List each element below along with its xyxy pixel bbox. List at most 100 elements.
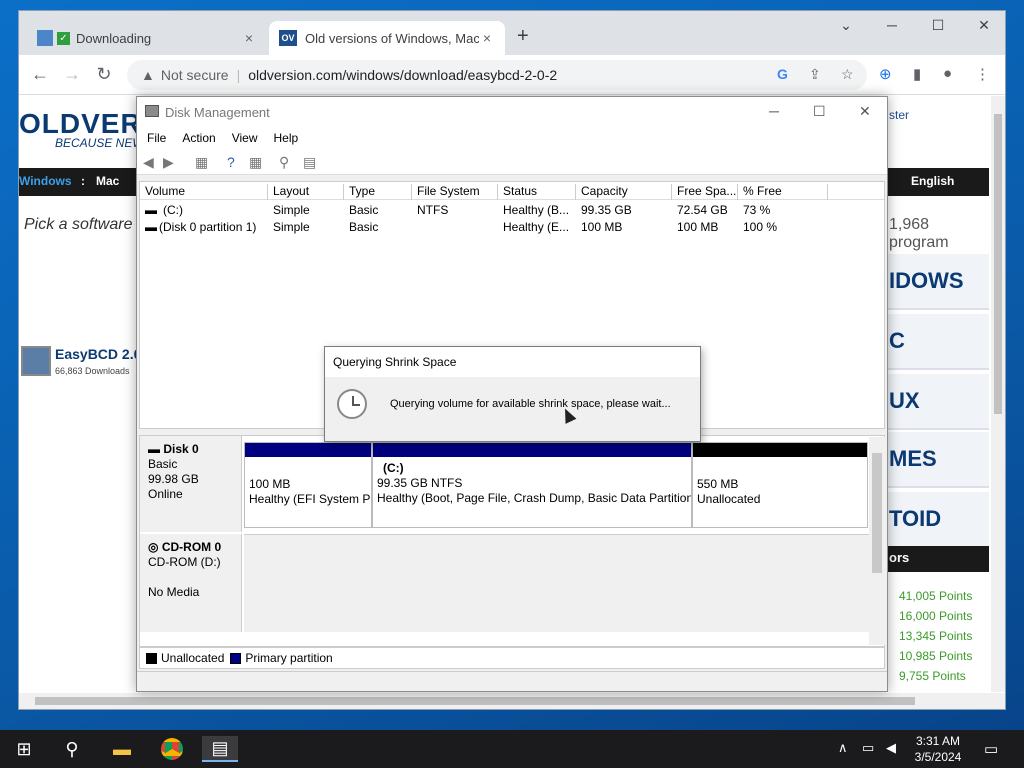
table-row[interactable]: ▬ (C:) Simple Basic NTFS Healthy (B... 9… [140,202,884,219]
google-icon[interactable]: G [777,66,788,82]
disk-management-icon [145,105,159,117]
dm-toolbar: ◀ ▶ ▦ ? ▦ ⚲ ▤ [137,149,887,175]
menu-view[interactable]: View [232,131,258,145]
partition-efi[interactable]: 100 MB Healthy (EFI System P [244,442,372,528]
forward-icon[interactable]: ▶ [163,154,174,171]
col-file-system[interactable]: File System [412,184,498,200]
disk-management-taskbar-icon[interactable]: ▤ [202,736,238,762]
col-type[interactable]: Type [344,184,412,200]
tab-downloading[interactable]: ✓ Downloading × [27,21,267,55]
chrome-icon[interactable] [154,736,190,762]
col-volume[interactable]: Volume [140,184,268,200]
category-mac[interactable]: C [885,314,989,370]
col-capacity[interactable]: Capacity [576,184,672,200]
chevron-up-icon[interactable]: ∧ [838,740,848,756]
easybcd-downloads: 66,863 Downloads [55,366,130,376]
easybcd-title[interactable]: EasyBCD 2.0 [55,346,141,362]
new-tab-button[interactable]: + [517,25,529,48]
partition-c[interactable]: (C:) 99.35 GB NTFS Healthy (Boot, Page F… [372,442,692,528]
nav-mac[interactable]: Mac [96,174,119,188]
menu-action[interactable]: Action [182,131,215,145]
maximize-icon[interactable]: ☐ [813,103,826,120]
points-value: 41,005 Points [899,589,973,603]
omnibox[interactable]: ▲ Not secure | oldversion.com/windows/do… [127,60,867,90]
taskbar-clock[interactable]: 3:31 AM 3/5/2024 [906,733,970,765]
dm-menubar: File Action View Help [137,127,887,149]
col-free-space[interactable]: Free Spa... [672,184,738,200]
register-link[interactable]: ster [889,108,909,122]
disk0-label[interactable]: ▬ Disk 0 Basic 99.98 GB Online [140,436,242,532]
back-icon[interactable]: ◀ [143,154,154,171]
forward-icon[interactable]: → [59,64,85,85]
not-secure-label[interactable]: Not secure [161,67,229,83]
settings-icon[interactable]: ▤ [303,154,316,171]
partition-unallocated[interactable]: 550 MB Unallocated [692,442,868,528]
close-window-icon[interactable]: ✕ [969,17,999,34]
col-status[interactable]: Status [498,184,576,200]
col-percent-free[interactable]: % Free [738,184,828,200]
partition-bar [693,443,867,457]
bookmark-star-icon[interactable]: ☆ [841,66,854,83]
partition-size: 550 MB [697,477,739,491]
volume-muted-icon[interactable]: ◀ [886,740,896,756]
partition-size: 100 MB [249,477,291,491]
back-icon[interactable]: ← [27,64,53,85]
dm-titlebar[interactable]: Disk Management ─ ☐ ✕ [137,97,887,127]
menu-icon[interactable]: ⋮ [975,65,990,83]
close-tab-icon[interactable]: × [479,30,495,46]
minimize-icon[interactable]: ─ [769,103,779,119]
dialog-title[interactable]: Querying Shrink Space [325,347,700,377]
partition-bar [373,443,691,457]
url-text[interactable]: oldversion.com/windows/download/easybcd-… [248,67,557,83]
category-linux[interactable]: UX [885,374,989,430]
cdrom-area[interactable] [244,534,870,632]
console-tree-icon[interactable]: ▦ [195,154,208,171]
search-icon[interactable]: ⚲ [54,736,90,762]
clock-time: 3:31 AM [915,734,961,748]
tab-oldversion[interactable]: OV Old versions of Windows, Mac an × [269,21,505,55]
partition-title: (C:) [383,461,404,475]
scroll-thumb[interactable] [994,114,1002,414]
nav-windows[interactable]: Windows [19,174,72,188]
cell: 100 MB [581,220,623,234]
side-panel-icon[interactable]: ▮ [913,65,921,83]
disk-graphical-view: ▬ Disk 0 Basic 99.98 GB Online 100 MB He… [139,435,885,647]
dm-legend: Unallocated Primary partition [139,647,885,669]
share-icon[interactable]: ⇪ [809,66,821,83]
close-tab-icon[interactable]: × [241,30,257,46]
cdrom-label[interactable]: ◎ CD-ROM 0 CD-ROM (D:) No Media [140,534,242,632]
category-windows[interactable]: IDOWS [885,254,989,310]
cdrom-name: CD-ROM 0 [161,540,222,554]
legend-unallocated: Unallocated [161,651,225,665]
easybcd-icon[interactable] [21,346,51,376]
maximize-icon[interactable]: ☐ [923,17,953,34]
minimize-icon[interactable]: ─ [877,17,907,33]
category-android[interactable]: TOID [885,492,989,548]
scroll-thumb[interactable] [35,697,915,705]
warning-icon: ▲ [141,67,155,83]
page-vertical-scrollbar[interactable] [991,96,1005,692]
disk0-type: Basic [148,457,178,471]
category-games[interactable]: MES [885,432,989,488]
col-layout[interactable]: Layout [268,184,344,200]
close-icon[interactable]: ✕ [859,103,871,120]
scroll-thumb[interactable] [872,453,882,573]
menu-file[interactable]: File [147,131,166,145]
start-windows-icon[interactable]: ⊞ [6,736,42,762]
profile-icon[interactable]: ● [943,65,952,82]
help-icon[interactable]: ? [227,154,235,170]
table-row[interactable]: ▬ (Disk 0 partition 1) Simple Basic Heal… [140,219,884,236]
reload-icon[interactable]: ↻ [91,64,117,85]
disk-view-scrollbar[interactable] [869,437,885,645]
tab-search-icon[interactable]: ⌄ [831,17,861,34]
network-icon[interactable]: ▭ [862,740,874,756]
connect-icon[interactable]: ⚲ [279,154,289,171]
download-icon[interactable]: ⊕ [879,65,892,83]
cell: Healthy (B... [503,203,570,217]
menu-help[interactable]: Help [274,131,299,145]
nav-language[interactable]: English [911,174,954,188]
notification-icon[interactable]: ▭ [984,740,998,758]
properties-icon[interactable]: ▦ [249,154,262,171]
page-horizontal-scrollbar[interactable] [19,693,1005,709]
file-explorer-icon[interactable]: ▬ [104,736,140,762]
